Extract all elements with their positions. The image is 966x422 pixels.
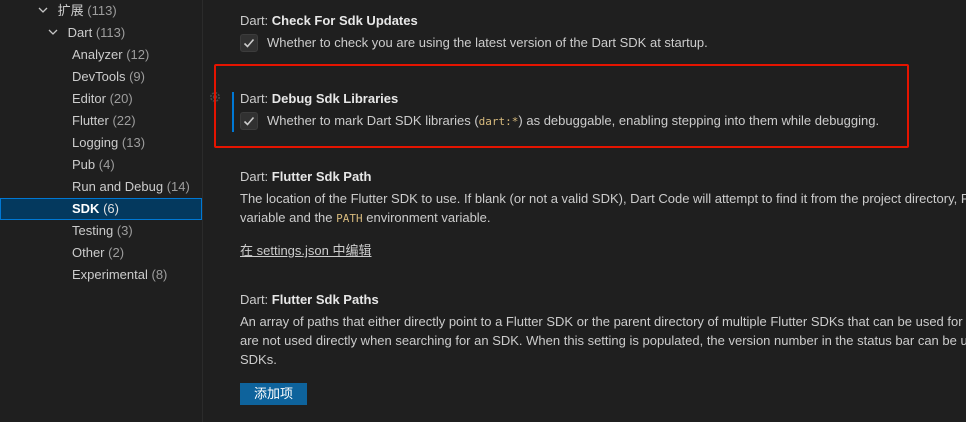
toc-item-devtools[interactable]: DevTools (9): [0, 66, 202, 88]
checkmark-icon: [243, 38, 255, 48]
toc-item-logging[interactable]: Logging (13): [0, 132, 202, 154]
toc-item-testing[interactable]: Testing (3): [0, 220, 202, 242]
toc-item-other[interactable]: Other (2): [0, 242, 202, 264]
checkmark-icon: [243, 116, 255, 126]
toc-item-editor[interactable]: Editor (20): [0, 88, 202, 110]
focus-indicator: [232, 92, 234, 132]
setting-title: Dart: Flutter Sdk Paths: [240, 292, 379, 307]
edit-in-settings-json-link[interactable]: 在 settings.json 中编辑: [240, 240, 372, 259]
chevron-down-icon: [48, 27, 58, 37]
toc-item-run-and-debug[interactable]: Run and Debug (14): [0, 176, 202, 198]
chevron-down-icon: [38, 5, 48, 15]
setting-description-line-1: An array of paths that either directly p…: [240, 314, 963, 329]
toc-item-sdk[interactable]: SDK (6): [0, 198, 202, 220]
setting-title: Dart: Debug Sdk Libraries: [240, 91, 399, 106]
setting-title: Dart: Check For Sdk Updates: [240, 13, 418, 28]
setting-title: Dart: Flutter Sdk Path: [240, 169, 372, 184]
toc-item-dart[interactable]: Dart (113): [0, 22, 202, 44]
toc-item-flutter[interactable]: Flutter (22): [0, 110, 202, 132]
setting-description: Whether to mark Dart SDK libraries (dart…: [267, 113, 880, 128]
add-item-button[interactable]: 添加项: [240, 383, 308, 405]
checkbox-debug-sdk-libraries[interactable]: [240, 112, 258, 130]
red-highlight-box: [214, 64, 909, 148]
setting-description: Whether to check you are using the lates…: [267, 35, 708, 50]
toc-item-extensions[interactable]: 扩展 (113): [0, 0, 202, 22]
toc-item-experimental[interactable]: Experimental (8): [0, 264, 202, 286]
setting-description-line-2: are not used directly when searching for…: [240, 333, 966, 348]
gear-icon[interactable]: [208, 90, 222, 104]
setting-description-line-2: variable and the PATH environment variab…: [240, 210, 491, 225]
toc-item-pub[interactable]: Pub (4): [0, 154, 202, 176]
checkbox-check-for-sdk-updates[interactable]: [240, 34, 258, 52]
setting-description-line-3: SDKs.: [240, 352, 277, 367]
setting-description-line-1: The location of the Flutter SDK to use. …: [240, 191, 966, 206]
toc-item-analyzer[interactable]: Analyzer (12): [0, 44, 202, 66]
settings-toc-sidebar: 扩展 (113) Dart (113) Analyzer (12) DevToo…: [0, 0, 203, 422]
settings-list: Dart: Check For Sdk Updates Whether to c…: [203, 0, 966, 422]
